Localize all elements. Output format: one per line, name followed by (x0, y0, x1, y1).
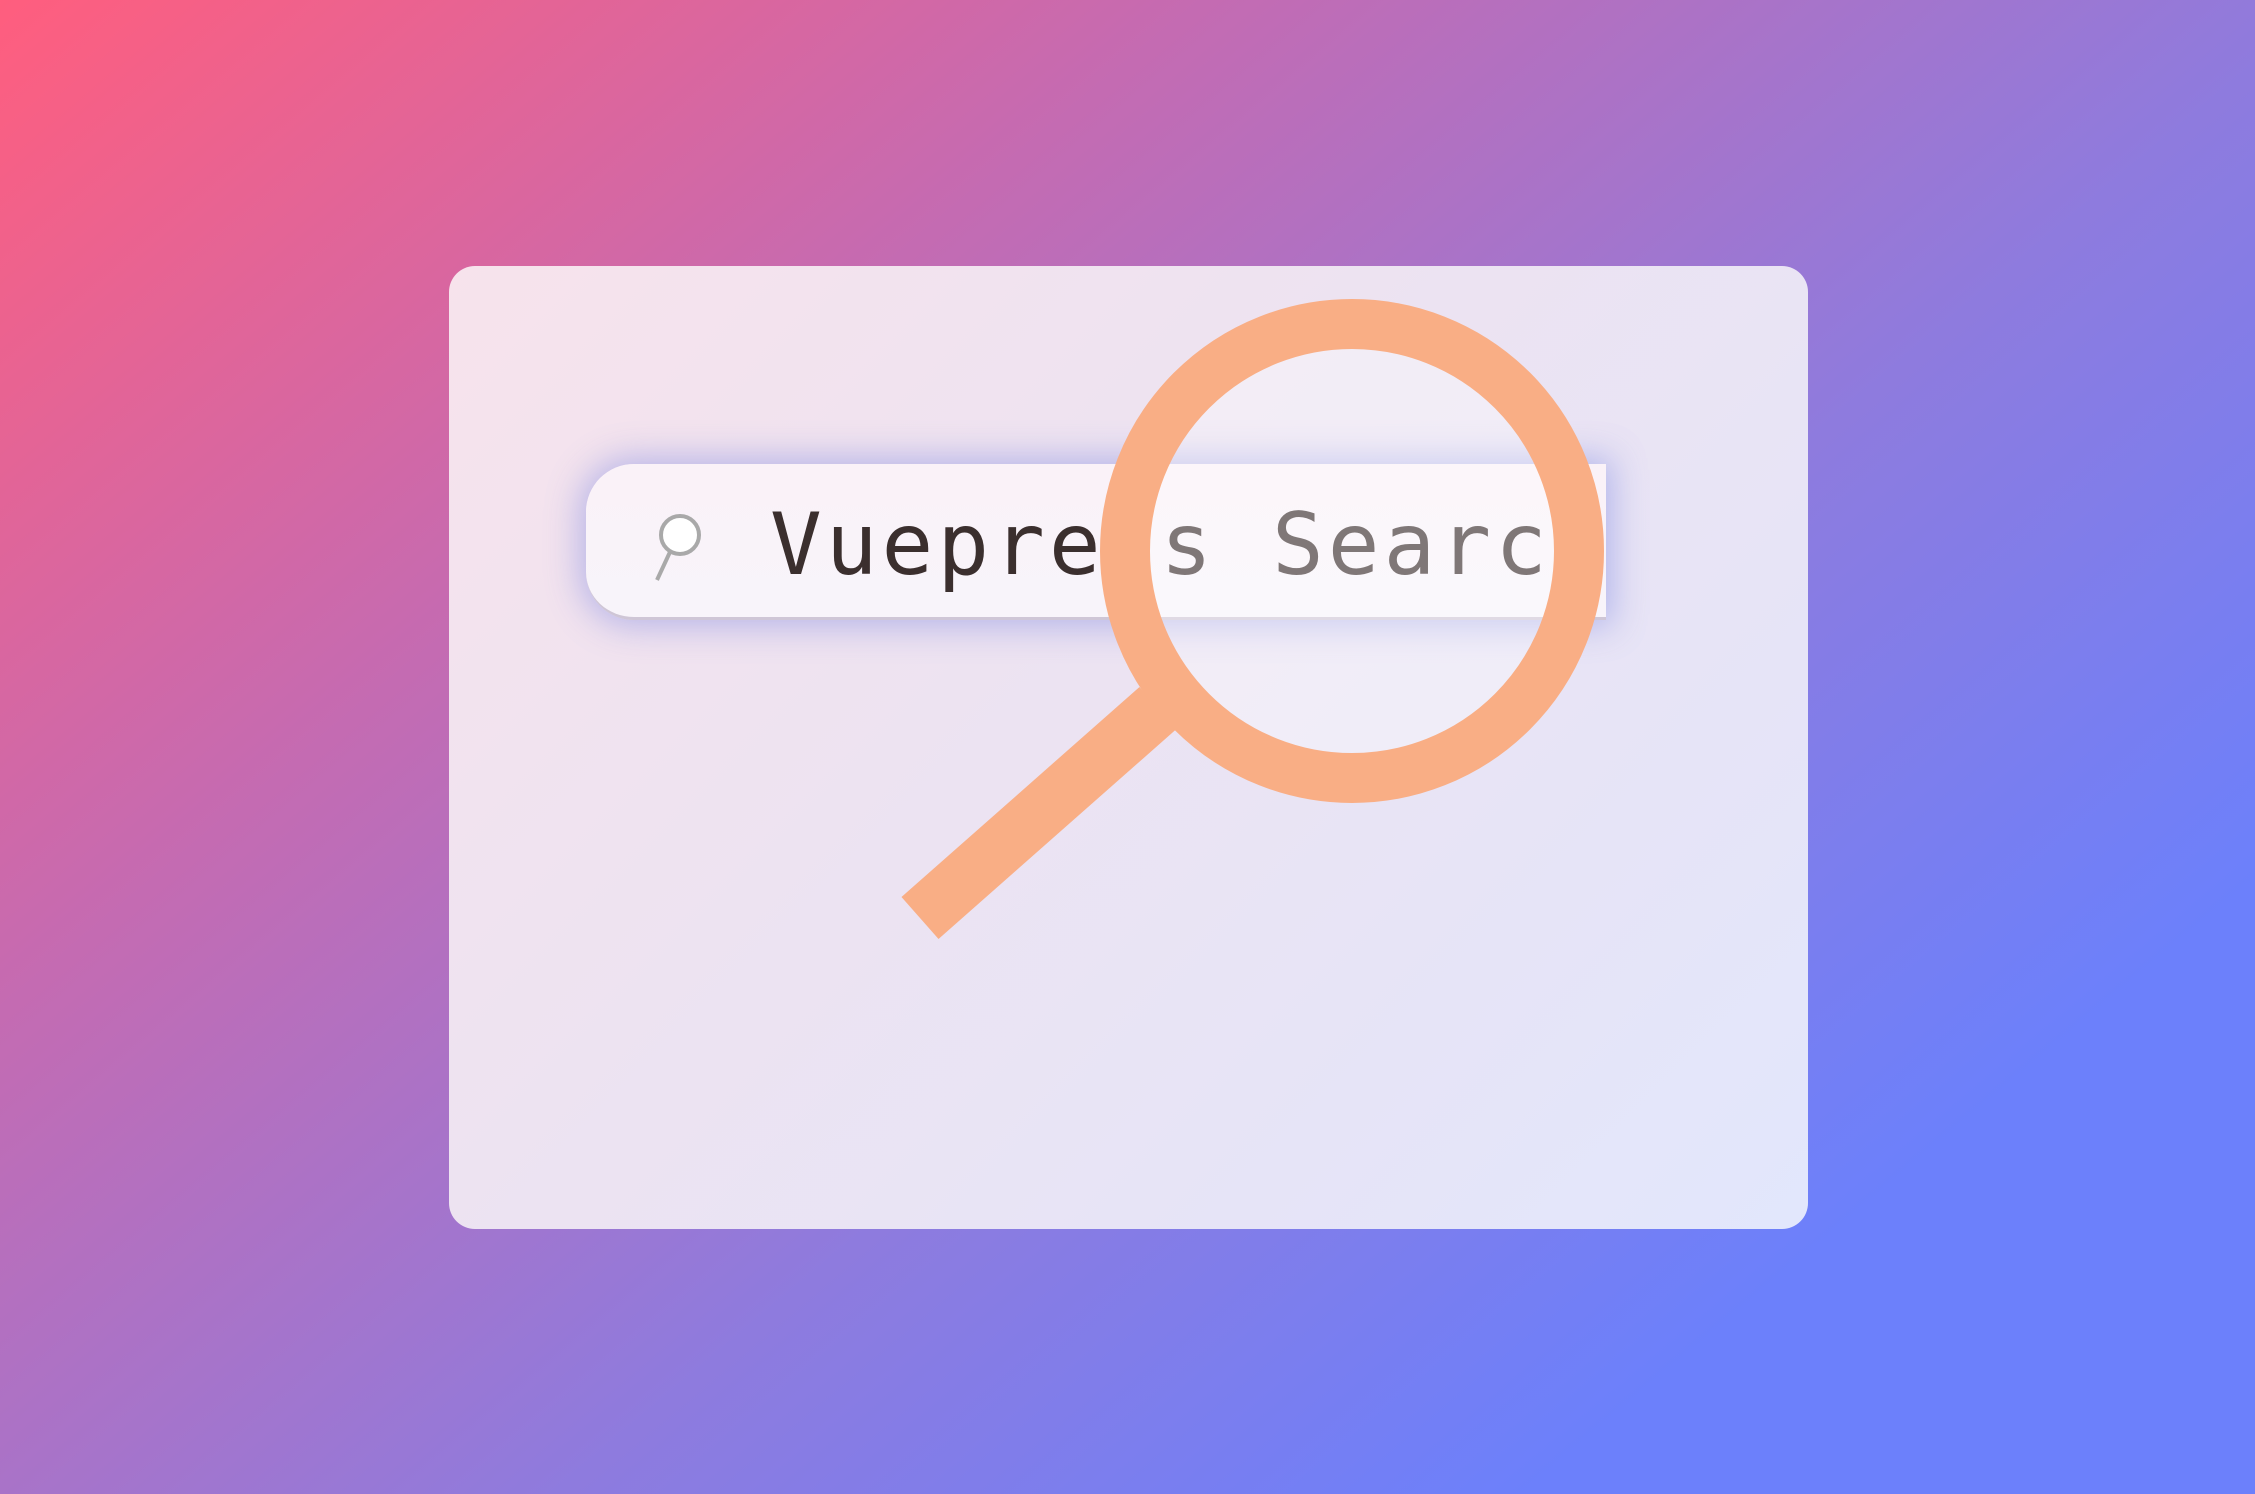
page-background: { "search": { "text": "Vuepress Search",… (0, 0, 2255, 1494)
search-icon (655, 514, 701, 581)
magnifying-glass-icon (901, 299, 1604, 939)
